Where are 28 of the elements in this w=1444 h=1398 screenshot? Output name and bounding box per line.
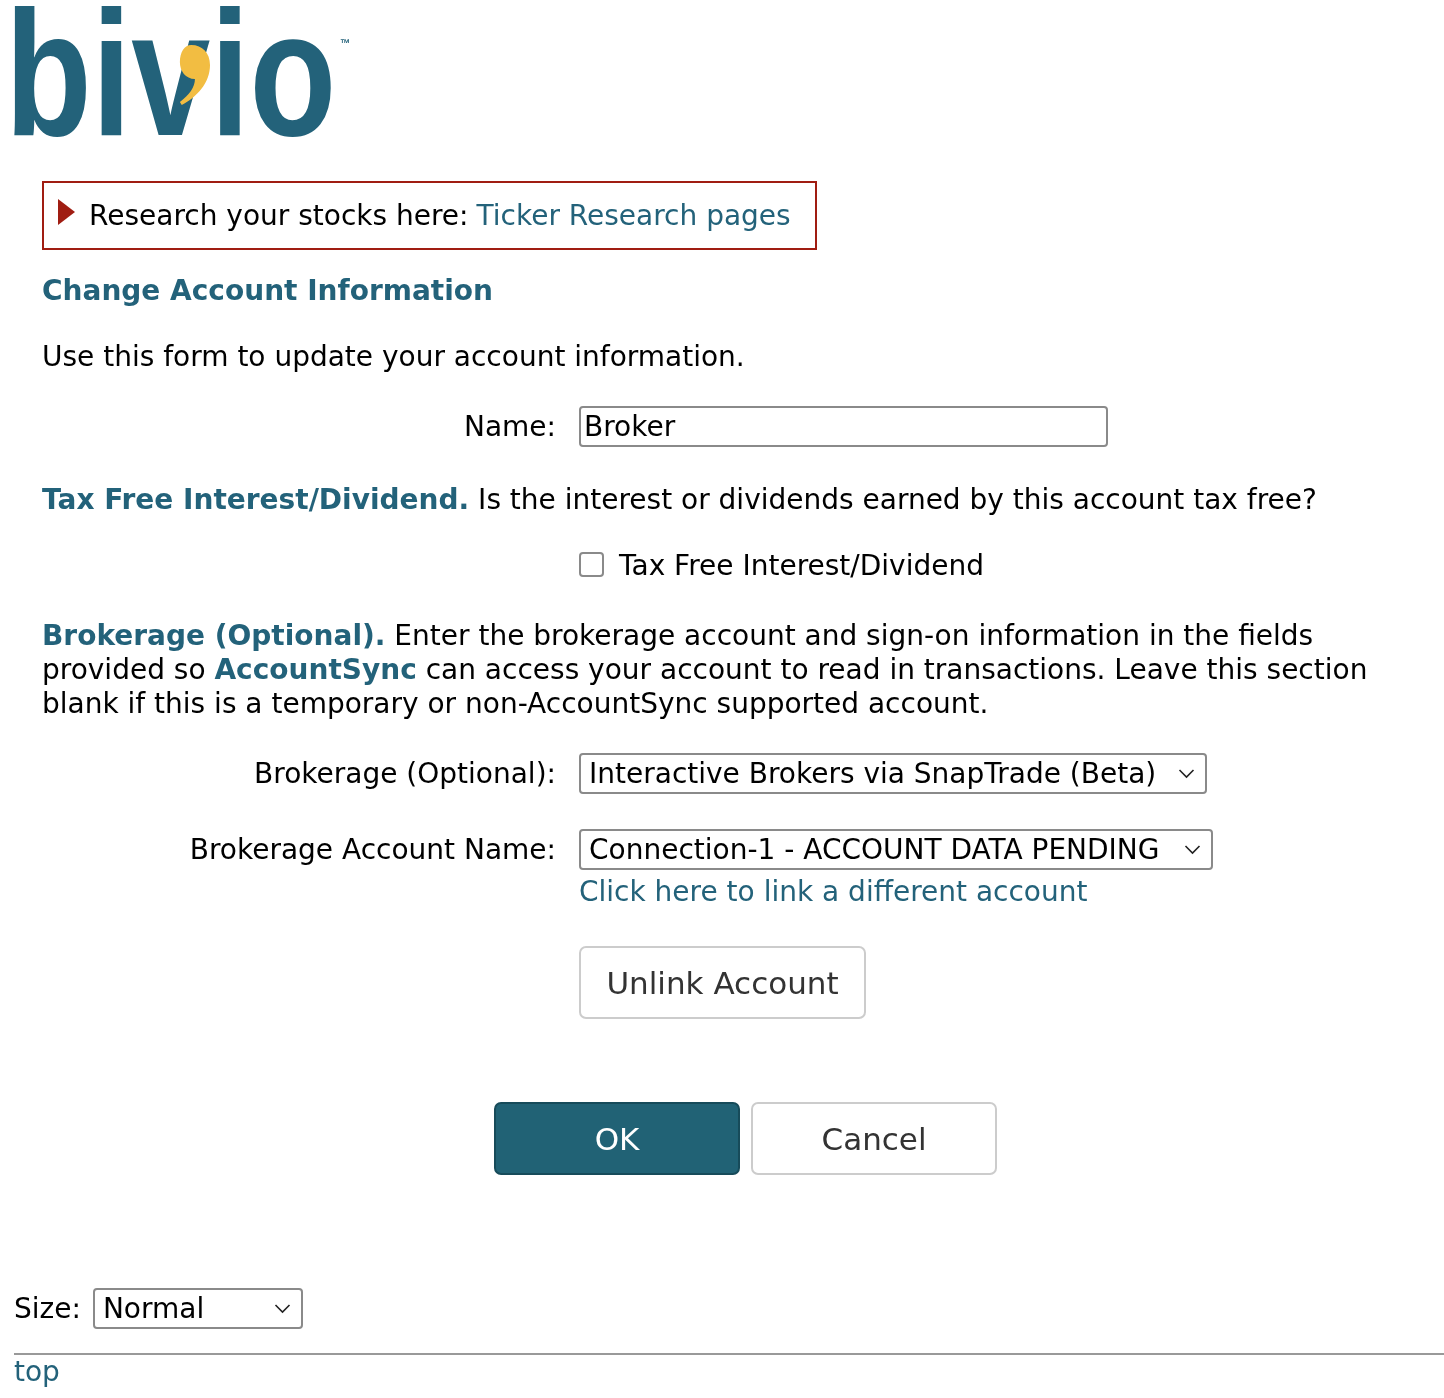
cancel-button[interactable]: Cancel — [751, 1102, 997, 1175]
tax-free-checkbox[interactable] — [579, 551, 604, 577]
intro-text: Use this form to update your account information. — [42, 340, 746, 374]
account-name-select[interactable]: Connection-1 - ACCOUNT DATA PENDING — [579, 829, 1213, 870]
unlink-account-button[interactable]: Unlink Account — [579, 946, 866, 1019]
ok-button[interactable]: OK — [494, 1102, 740, 1175]
chevron-icon — [1184, 844, 1201, 855]
size-label: Size: — [14, 1291, 81, 1326]
link-different-account-link[interactable]: Click here to link a different account — [579, 875, 1088, 909]
chevron-icon — [273, 1303, 291, 1314]
account-name-label: Brokerage Account Name: — [188, 831, 556, 868]
notice-text: Research your stocks here: — [89, 198, 469, 233]
name-input[interactable]: Broker — [579, 406, 1108, 447]
name-label: Name: — [462, 409, 556, 444]
page-heading: Change Account Information — [42, 274, 494, 308]
brokerage-description: Brokerage (Optional). Enter the brokerage account and sign-on information in the fields provided so AccountSync can access your account to read in transactions. Leave this section blank if this is a temporary or non-AccountSync supported account. — [42, 619, 1369, 721]
triangle-bullet-icon — [58, 198, 75, 225]
ticker-research-link[interactable]: Ticker Research pages — [476, 198, 791, 233]
top-link[interactable]: top — [14, 1355, 60, 1389]
bivio-logo: bivio™ — [5, 0, 351, 148]
brokerage-select[interactable]: Interactive Brokers via SnapTrade (Beta) — [579, 753, 1207, 794]
tax-free-description: Tax Free Interest/Dividend. Is the interest or dividends earned by this account tax free? — [42, 483, 1318, 517]
size-select[interactable]: Normal — [92, 1288, 303, 1329]
tax-free-checkbox-label: Tax Free Interest/Dividend — [619, 549, 984, 583]
comma-icon — [178, 45, 210, 105]
trademark-mark: ™ — [340, 37, 351, 50]
brokerage-label: Brokerage (Optional): — [253, 756, 556, 791]
chevron-icon — [1178, 768, 1195, 779]
